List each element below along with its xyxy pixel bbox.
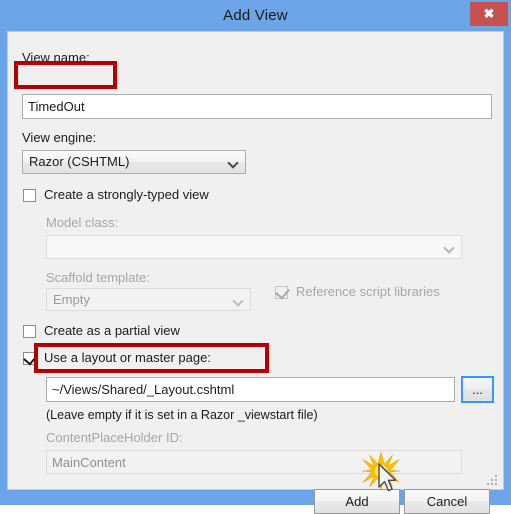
reference-script-libraries-checkbox[interactable] bbox=[275, 284, 290, 300]
strongly-typed-label: Create a strongly-typed view bbox=[44, 187, 209, 202]
window-title: Add View bbox=[223, 7, 288, 24]
chevron-down-icon bbox=[229, 159, 238, 165]
model-class-label: Model class: bbox=[46, 215, 119, 230]
chevron-down-icon bbox=[234, 297, 243, 303]
check-icon bbox=[275, 284, 290, 300]
use-layout-checkbox[interactable] bbox=[23, 350, 38, 366]
view-engine-label: View engine: bbox=[22, 130, 97, 145]
content-placeholder-input[interactable] bbox=[46, 450, 462, 474]
resize-grip[interactable] bbox=[486, 472, 500, 486]
view-name-input[interactable] bbox=[22, 94, 492, 119]
view-engine-combobox[interactable]: Razor (CSHTML) bbox=[22, 150, 246, 174]
partial-view-label: Create as a partial view bbox=[44, 323, 180, 338]
check-icon bbox=[23, 350, 38, 366]
cancel-button[interactable]: Cancel bbox=[404, 489, 490, 514]
layout-path-input[interactable] bbox=[46, 377, 455, 402]
scaffold-template-label: Scaffold template: bbox=[46, 270, 150, 285]
chevron-down-icon bbox=[445, 244, 454, 250]
partial-view-checkbox[interactable] bbox=[23, 325, 36, 338]
use-layout-label: Use a layout or master page: bbox=[44, 350, 211, 365]
content-placeholder-label: ContentPlaceHolder ID: bbox=[46, 430, 183, 445]
model-class-combobox[interactable] bbox=[46, 235, 462, 259]
strongly-typed-checkbox[interactable] bbox=[23, 189, 36, 202]
reference-script-libraries-label: Reference script libraries bbox=[296, 284, 440, 299]
scaffold-template-value: Empty bbox=[53, 292, 90, 307]
view-name-label: View name: bbox=[22, 50, 90, 65]
add-button[interactable]: Add bbox=[314, 489, 400, 514]
view-engine-value: Razor (CSHTML) bbox=[29, 154, 130, 169]
layout-path-hint: (Leave empty if it is set in a Razor _vi… bbox=[46, 408, 318, 422]
dialog-client-area: View name: View engine: Razor (CSHTML) C… bbox=[7, 31, 504, 514]
add-view-dialog-window: Add View ✖ View name: View engine: Razor… bbox=[0, 0, 511, 514]
title-bar: Add View ✖ bbox=[0, 0, 511, 31]
browse-layout-button[interactable]: ... bbox=[461, 376, 494, 403]
close-icon: ✖ bbox=[483, 6, 495, 21]
close-button[interactable]: ✖ bbox=[470, 2, 508, 26]
scaffold-template-combobox[interactable]: Empty bbox=[46, 288, 251, 311]
